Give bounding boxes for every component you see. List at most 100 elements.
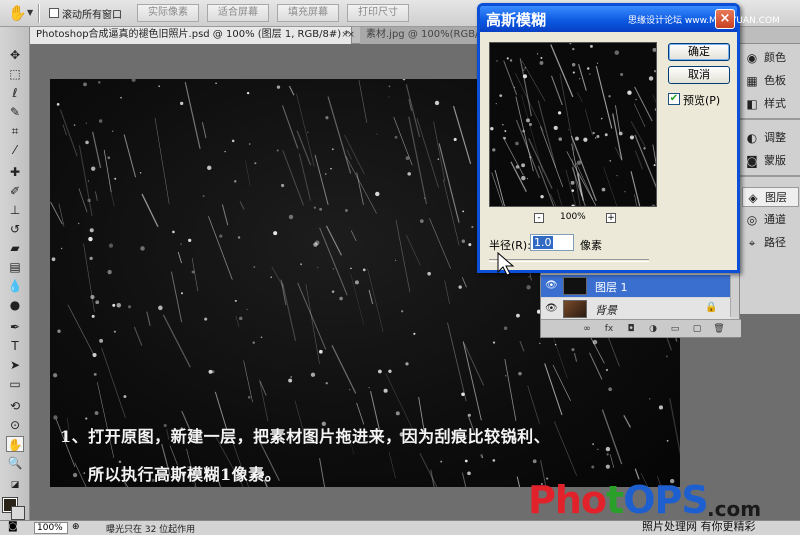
panel-styles[interactable]: ◧ 样式	[742, 94, 799, 114]
dust-speck	[191, 270, 195, 274]
new-layer-icon[interactable]: ▢	[691, 323, 703, 335]
zoom-tool-icon[interactable]: 🔍	[6, 455, 24, 471]
fill-screen-button[interactable]: 填充屏幕	[277, 4, 339, 22]
adjustment-layer-icon[interactable]: ◑	[647, 323, 659, 335]
dust-speck	[527, 178, 529, 180]
scratch-mark	[429, 218, 451, 269]
quick-mask-icon[interactable]: ◙	[8, 521, 18, 532]
status-menu-icon[interactable]: ⊕	[72, 522, 80, 532]
panel-swatches[interactable]: ▦ 色板	[742, 71, 799, 91]
panel-color[interactable]: ◉ 颜色	[742, 48, 799, 68]
path-selection-tool-icon[interactable]: ➤	[6, 357, 24, 373]
scratch-mark	[258, 379, 269, 422]
dialog-title-bar[interactable]: 高斯模糊 思缘设计论坛 www.MISSYUAN.COM	[480, 6, 780, 32]
panel-channels[interactable]: ◎ 通道	[742, 210, 799, 230]
dust-speck	[188, 238, 192, 242]
paths-icon: ⌖	[748, 236, 756, 250]
crop-tool-icon[interactable]: ⌗	[6, 123, 24, 139]
blur-preview-image[interactable]	[489, 42, 657, 207]
fit-screen-button[interactable]: 适合屏幕	[207, 4, 269, 22]
tab-document-psd[interactable]: Photoshop合成逼真的褪色旧照片.psd @ 100% (图层 1, RG…	[30, 27, 352, 44]
actual-pixels-button[interactable]: 实际像素	[137, 4, 199, 22]
dust-speck	[570, 180, 575, 185]
zoom-field[interactable]: 100%	[34, 522, 68, 534]
brush-tool-icon[interactable]: ✐	[6, 183, 24, 199]
zoom-out-button[interactable]: -	[534, 213, 544, 223]
lasso-tool-icon[interactable]: ℓ	[6, 85, 24, 101]
hand-tool-icon[interactable]: ✋	[6, 436, 24, 452]
quick-selection-tool-icon[interactable]: ✎	[6, 104, 24, 120]
fx-icon[interactable]: fx	[603, 323, 615, 335]
panel-layers[interactable]: ◈ 图层	[742, 187, 799, 207]
move-tool-icon[interactable]: ✥	[6, 47, 24, 63]
panel-adjustments[interactable]: ◐ 调整	[742, 128, 799, 148]
pen-tool-icon[interactable]: ✒	[6, 319, 24, 335]
dust-speck	[571, 189, 575, 192]
marquee-tool-icon[interactable]: ⬚	[6, 66, 24, 82]
trash-icon[interactable]: 🗑	[713, 323, 725, 335]
panel-label: 蒙版	[764, 154, 786, 167]
type-tool-icon[interactable]: T	[6, 338, 24, 354]
scratch-mark	[550, 193, 557, 206]
scratch-mark	[345, 155, 377, 214]
dust-speck	[78, 222, 80, 225]
panel-paths[interactable]: ⌖ 路径	[742, 233, 799, 253]
eraser-tool-icon[interactable]: ▰	[6, 240, 24, 256]
layer-row[interactable]: 👁 背景 🔒	[541, 298, 731, 320]
ok-button[interactable]: 确定	[668, 43, 730, 61]
dust-speck	[462, 210, 465, 213]
preview-checkbox[interactable]: ✔	[668, 93, 680, 105]
radius-input[interactable]: 1.0	[530, 234, 574, 251]
history-brush-tool-icon[interactable]: ↺	[6, 221, 24, 237]
watermark-text: 思缘设计论坛 www.MISSYUAN.COM	[628, 16, 780, 26]
scratch-mark	[154, 117, 170, 205]
add-mask-icon[interactable]: ◘	[625, 323, 637, 335]
dust-speck	[595, 137, 597, 139]
panel-masks[interactable]: ◙ 蒙版	[742, 151, 799, 171]
background-color-swatch[interactable]	[11, 506, 25, 520]
3d-rotate-tool-icon[interactable]: ⟲	[6, 398, 24, 414]
dust-speck	[91, 314, 95, 318]
eyedropper-tool-icon[interactable]: ⁄	[6, 142, 24, 158]
close-icon[interactable]: ×	[715, 9, 735, 29]
dust-speck	[375, 191, 380, 197]
dust-speck	[57, 329, 61, 333]
dust-speck	[419, 219, 424, 223]
scratch-mark	[146, 311, 151, 326]
scratch-mark	[101, 347, 126, 418]
layers-footer: ∞ fx ◘ ◑ ▭ ▢ 🗑	[541, 319, 741, 337]
clone-stamp-tool-icon[interactable]: ⊥	[6, 202, 24, 218]
close-icon[interactable]: ×	[346, 30, 356, 40]
dust-speck	[85, 140, 89, 145]
dust-speck	[635, 98, 637, 101]
healing-brush-tool-icon[interactable]: ✚	[6, 164, 24, 180]
scratch-mark	[208, 216, 233, 280]
zoom-in-button[interactable]: +	[606, 213, 616, 223]
dodge-tool-icon[interactable]: ●	[6, 297, 24, 313]
default-colors-icon[interactable]: ◪	[6, 477, 24, 493]
layer-name: 背景	[595, 304, 617, 317]
eye-icon[interactable]: 👁	[545, 280, 558, 292]
dust-speck	[313, 242, 318, 247]
dust-speck	[394, 259, 397, 262]
scratch-mark	[319, 458, 326, 487]
blur-tool-icon[interactable]: 💧	[6, 278, 24, 294]
layers-scrollbar[interactable]	[730, 275, 739, 317]
new-group-icon[interactable]: ▭	[669, 323, 681, 335]
tool-preset-chevron-down-icon[interactable]: ▼	[27, 8, 33, 17]
panel-group-divider	[739, 175, 800, 177]
scratch-mark	[94, 191, 98, 201]
scroll-all-windows-checkbox[interactable]	[49, 8, 59, 18]
rectangle-tool-icon[interactable]: ▭	[6, 376, 24, 392]
dust-speck	[111, 130, 114, 133]
eye-icon[interactable]: 👁	[545, 303, 558, 315]
cancel-button[interactable]: 取消	[668, 66, 730, 84]
3d-orbit-tool-icon[interactable]: ⊙	[6, 417, 24, 433]
print-size-button[interactable]: 打印尺寸	[347, 4, 409, 22]
link-layers-icon[interactable]: ∞	[581, 323, 593, 335]
dust-speck	[524, 66, 527, 69]
gradient-tool-icon[interactable]: ▤	[6, 259, 24, 275]
dust-speck	[597, 448, 599, 450]
layer-row-selected[interactable]: 👁 图层 1	[541, 275, 731, 297]
hand-icon[interactable]: ✋	[8, 4, 27, 22]
